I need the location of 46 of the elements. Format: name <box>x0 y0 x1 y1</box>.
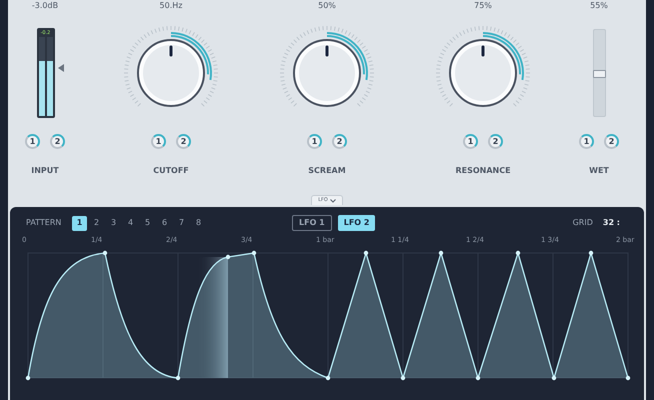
modulation-button[interactable]: 1 <box>307 134 322 149</box>
pattern-label: PATTERN <box>26 217 62 229</box>
value-readout: 50% <box>318 0 336 12</box>
control-label: RESONANCE <box>455 165 511 177</box>
lfo-tab-button[interactable]: LFO 2 <box>338 215 376 231</box>
value-readout: 75% <box>474 0 492 12</box>
pattern-button[interactable]: 6 <box>157 216 172 230</box>
tick-scale-icon <box>124 26 218 107</box>
knob[interactable] <box>137 39 205 107</box>
knob[interactable] <box>293 39 361 107</box>
modulation-button[interactable]: 2 <box>332 134 347 149</box>
modulation-button[interactable]: 2 <box>604 134 619 149</box>
modulation-button[interactable]: 2 <box>488 134 503 149</box>
modulation-arc-icon <box>482 32 524 80</box>
wet-slider-track[interactable] <box>592 29 606 117</box>
chevron-down-icon <box>330 198 336 202</box>
pattern-button[interactable]: 5 <box>140 216 155 230</box>
control-label: CUTOFF <box>153 165 189 177</box>
pattern-button[interactable]: 4 <box>123 216 138 230</box>
control-label: SCREAM <box>308 165 346 177</box>
value-readout: -3.0dB <box>32 0 58 12</box>
control-label: INPUT <box>31 165 59 177</box>
modulation-arc-icon <box>326 32 368 80</box>
pattern-button[interactable]: 8 <box>191 216 206 230</box>
modulation-button[interactable]: 1 <box>151 134 166 149</box>
value-readout: 50.Hz <box>160 0 182 12</box>
grid-label: GRID <box>572 217 593 229</box>
tick-scale-icon <box>436 26 530 107</box>
slider-thumb[interactable] <box>592 70 606 78</box>
modulation-button[interactable]: 2 <box>50 134 65 149</box>
knob[interactable] <box>449 39 517 107</box>
modulation-button[interactable]: 1 <box>463 134 478 149</box>
modulation-button[interactable]: 1 <box>579 134 594 149</box>
value-readout: 55% <box>590 0 608 12</box>
modulation-button[interactable]: 1 <box>25 134 40 149</box>
modulation-arc-icon <box>170 32 212 80</box>
tick-scale-icon <box>280 26 374 107</box>
pattern-button[interactable]: 3 <box>106 216 121 230</box>
lfo-tab-button[interactable]: LFO 1 <box>292 215 332 231</box>
modulation-button[interactable]: 2 <box>176 134 191 149</box>
grid-value[interactable]: 32 : <box>602 217 620 229</box>
control-label: WET <box>589 165 609 177</box>
pattern-button[interactable]: 7 <box>174 216 189 230</box>
pattern-button[interactable]: 1 <box>72 216 87 230</box>
pattern-button[interactable]: 2 <box>89 216 104 230</box>
level-pointer-icon[interactable] <box>58 64 64 72</box>
